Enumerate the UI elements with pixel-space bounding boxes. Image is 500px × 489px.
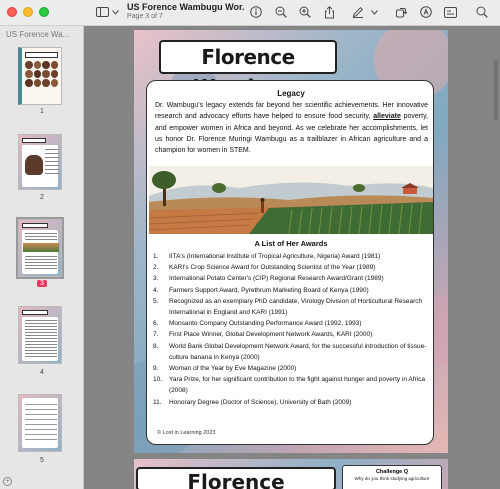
zoom-in-icon[interactable] (298, 4, 312, 20)
list-item: 7. First Place Winner, Global Development… (153, 331, 373, 339)
thumbnail-label: 5 (40, 457, 44, 464)
zoom-window-button[interactable] (39, 7, 49, 17)
markup-pen-icon[interactable] (351, 4, 365, 20)
form-icon[interactable] (443, 4, 457, 20)
info-icon[interactable] (249, 4, 263, 20)
page-title: Florence Wambugu (159, 40, 337, 99)
farm-illustration (149, 166, 433, 234)
legacy-underlined-word: alleviate (373, 113, 401, 121)
list-item: 11. Honorary Degree (Doctor of Science), … (153, 398, 352, 406)
document-title: US Forence Wambugu Wor... (127, 2, 245, 12)
list-item: 3. International Potato Center's (CIP) Re… (153, 275, 384, 283)
search-icon[interactable] (475, 4, 489, 20)
challenge-box: Challenge Q Why do you think studying ag… (342, 465, 442, 489)
next-document-page[interactable]: Florence Wambugu Challenge Q Why do you … (134, 459, 448, 489)
thumbnail-label: 2 (40, 194, 44, 201)
awards-heading: A List of Her Awards (254, 239, 328, 248)
page-thumbnail-1[interactable] (18, 47, 62, 105)
thumbnail-label-selected: 3 (0, 280, 84, 287)
sidebar-title: US Forence Wa... (6, 30, 70, 39)
list-item: 10. Yara Prize, for her significant contr… (153, 376, 426, 395)
document-page: Florence Wambugu Legacy Dr. Wambugu's le… (134, 30, 448, 453)
thumbnail-sidebar: US Forence Wa... 1 2 3 4 5 + (0, 26, 84, 489)
list-item: 5. Recognized as an exemplary PhD candida… (153, 297, 423, 317)
zoom-out-icon[interactable] (274, 4, 288, 20)
rotate-icon[interactable] (394, 4, 408, 20)
legacy-paragraph: Dr. Wambugu's legacy extends far beyond … (155, 100, 428, 156)
awards-list: 1. IITA's (International Institute of Tro… (153, 251, 429, 408)
page-thumbnail-3[interactable] (16, 217, 64, 279)
minimize-window-button[interactable] (23, 7, 33, 17)
legacy-heading: Legacy (277, 89, 305, 98)
chevron-down-icon[interactable] (111, 4, 119, 20)
window-controls (7, 7, 49, 17)
thumbnail-label: 4 (40, 369, 44, 376)
page-thumbnail-5[interactable] (18, 394, 62, 452)
list-item: 9. Woman of the Year by Eve Magazine (200… (153, 365, 297, 373)
list-item: 2. KARI's Crop Science Award for Outstand… (153, 264, 376, 272)
challenge-heading: Challenge Q (375, 469, 409, 475)
list-item: 8. World Bank Global Development Network … (153, 342, 427, 361)
close-window-button[interactable] (7, 7, 17, 17)
page-thumbnail-2[interactable] (18, 134, 62, 190)
share-icon[interactable] (322, 4, 336, 20)
chevron-down-icon[interactable] (370, 4, 378, 20)
copyright-text: © Lost in Learning 2023 (157, 430, 216, 436)
add-icon[interactable]: + (3, 477, 12, 486)
content-card: Legacy Dr. Wambugu's legacy extends far … (146, 80, 434, 445)
list-item: 6. Monsanto Company Outstanding Performan… (153, 320, 362, 328)
sidebar-icon[interactable] (95, 4, 109, 20)
next-page-title: Florence Wambugu (136, 467, 336, 489)
list-item: 1. IITA's (International Institute of Tro… (153, 253, 381, 260)
thumbnail-label: 1 (40, 108, 44, 115)
page-thumbnail-4[interactable] (18, 306, 62, 364)
preview-window: US Forence Wambugu Wor... Page 3 of 7 US… (0, 0, 500, 489)
list-item: 4. Farmers Support Award, Pyrethrum Marke… (153, 286, 369, 294)
challenge-question: Why do you think studying agriculture (354, 476, 430, 481)
vertical-scrollbar[interactable] (494, 60, 498, 120)
page-indicator: Page 3 of 7 (127, 13, 163, 20)
document-title-block[interactable]: US Forence Wambugu Wor... Page 3 of 7 (127, 2, 245, 20)
annotate-icon[interactable] (419, 4, 433, 20)
toolbar: US Forence Wambugu Wor... Page 3 of 7 (0, 0, 500, 26)
